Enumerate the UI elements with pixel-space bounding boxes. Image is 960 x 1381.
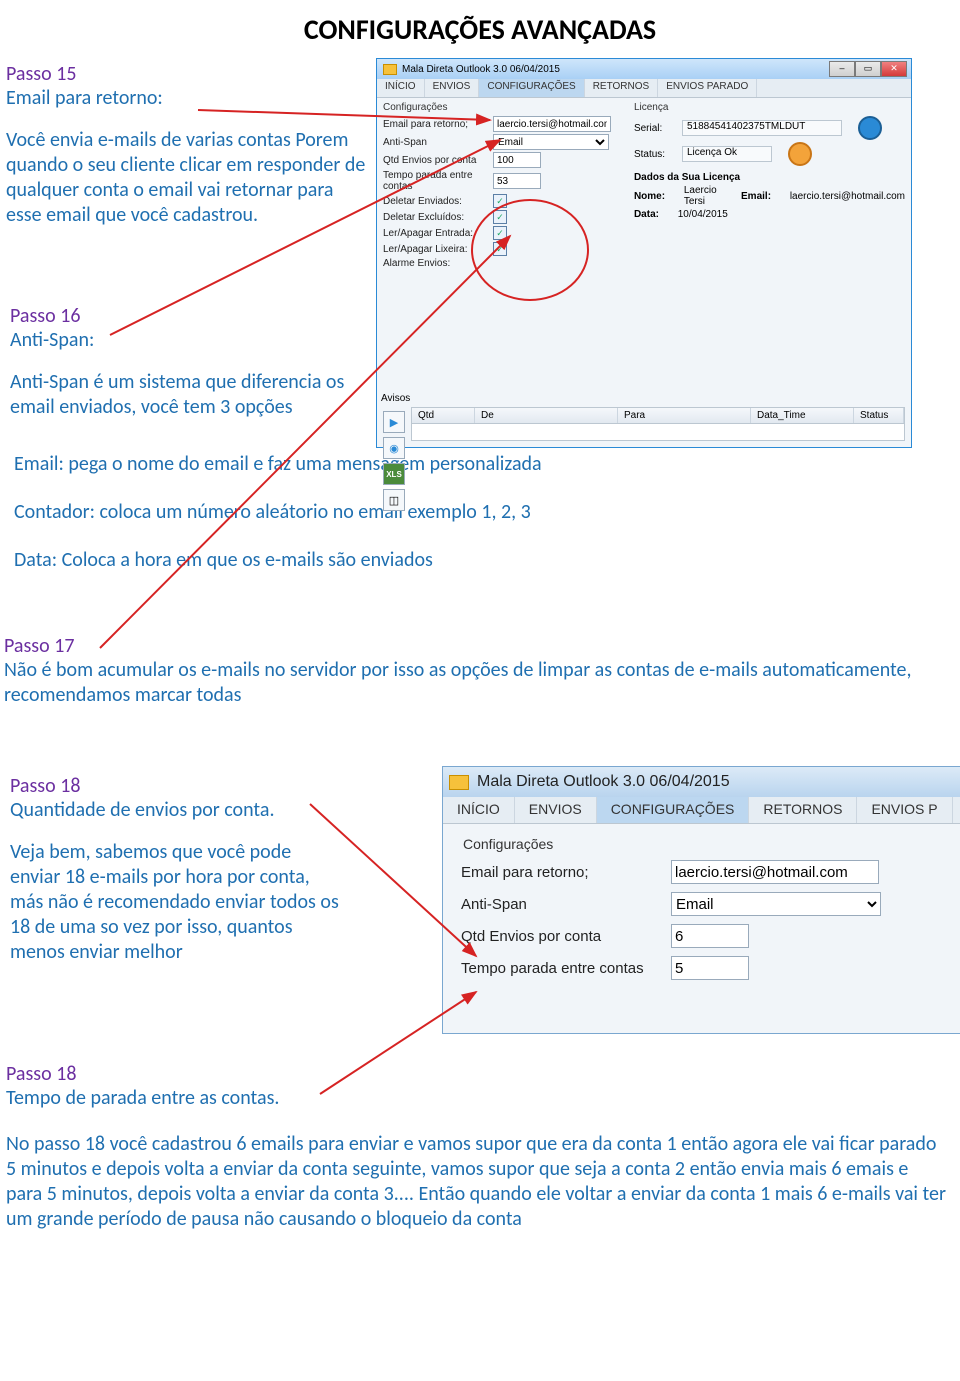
label-nome: Nome: (634, 191, 665, 202)
tab-envios-p[interactable]: ENVIOS P (857, 797, 952, 823)
input-tempo-parada[interactable] (493, 173, 541, 189)
label-antispan: Anti-Span (383, 137, 493, 148)
avisos-label: Avisos (381, 393, 410, 404)
step15-body: Você envia e-mails de varias contas Pore… (6, 128, 366, 228)
input-tempo-parada[interactable] (671, 956, 749, 980)
step18b-body: No passo 18 você cadastrou 6 emails para… (6, 1132, 946, 1232)
step18a-heading: Passo 18 (10, 774, 340, 798)
maximize-button[interactable]: ▭ (855, 61, 881, 77)
label-email-retorno: Email para retorno; (461, 864, 671, 881)
tab-envios[interactable]: ENVIOS (515, 797, 597, 823)
step18b-subheading: Tempo de parada entre as contas. (6, 1086, 946, 1110)
label-tempo-parada: Tempo parada entre contas (461, 960, 671, 977)
tab-envios-parado[interactable]: ENVIOS PARADO (658, 79, 757, 97)
step16-heading: Passo 16 (10, 304, 370, 328)
input-email-retorno[interactable] (493, 116, 611, 132)
input-email-retorno[interactable] (671, 860, 879, 884)
label-ler-lixeira: Ler/Apagar Lixeira: (383, 244, 493, 255)
value-status: Licença Ok (682, 146, 772, 162)
step15-heading: Passo 15 (6, 62, 366, 86)
tab-inicio[interactable]: INÍCIO (377, 79, 425, 97)
app2-title: Mala Direta Outlook 3.0 06/04/2015 (477, 773, 730, 791)
tab-configuracoes[interactable]: CONFIGURAÇÕES (597, 797, 750, 823)
refresh-icon[interactable] (858, 116, 882, 140)
app2-section-title: Configurações (463, 836, 943, 852)
tab-inicio[interactable]: INÍCIO (443, 797, 515, 823)
key-icon[interactable] (788, 142, 812, 166)
label-lic-email: Email: (741, 191, 771, 202)
label-antispan: Anti-Span (461, 896, 671, 913)
value-serial: 51884541402375TMLDUT (682, 120, 842, 136)
tab-configuracoes[interactable]: CONFIGURAÇÕES (479, 79, 584, 97)
checkbox-ler-lixeira[interactable]: ✓ (493, 242, 507, 256)
image-icon[interactable]: ◫ (383, 489, 405, 511)
app1-section-title: Configurações (383, 102, 622, 113)
label-del-enviados: Deletar Enviados: (383, 196, 493, 207)
value-data: 10/04/2015 (678, 209, 728, 220)
minimize-button[interactable]: – (829, 61, 855, 77)
col-para[interactable]: Para (618, 408, 751, 423)
export-xls-button[interactable]: XLS (383, 463, 405, 485)
step16-opt2: Contador: coloca um número aleátorio no … (14, 500, 914, 525)
step17-heading: Passo 17 (4, 634, 944, 658)
step16-body: Anti-Span é um sistema que diferencia os… (10, 370, 370, 420)
label-alarme: Alarme Envios: (383, 258, 493, 269)
checkbox-del-excluidos[interactable]: ✓ (493, 210, 507, 224)
label-qtd-envios: Qtd Envios por conta (461, 928, 671, 945)
select-antispan[interactable]: Email (493, 134, 609, 150)
app1-titlebar: Mala Direta Outlook 3.0 06/04/2015 – ▭ ✕ (377, 59, 911, 79)
value-nome: Laercio Tersi (684, 185, 717, 207)
label-qtd-envios: Qtd Envios por conta (383, 155, 493, 166)
input-qtd-envios[interactable] (671, 924, 749, 948)
app2-titlebar: Mala Direta Outlook 3.0 06/04/2015 (443, 767, 960, 797)
app1-tabbar: INÍCIO ENVIOS CONFIGURAÇÕES RETORNOS ENV… (377, 79, 911, 98)
app2-tabbar: INÍCIO ENVIOS CONFIGURAÇÕES RETORNOS ENV… (443, 797, 960, 824)
tab-retornos[interactable]: RETORNOS (585, 79, 659, 97)
step16-opt1: Email: pega o nome do email e faz uma me… (14, 452, 914, 477)
checkbox-del-enviados[interactable]: ✓ (493, 194, 507, 208)
dados-title: Dados da Sua Licença (634, 172, 740, 183)
step18a-subheading: Quantidade de envios por conta. (10, 798, 340, 822)
label-email-retorno: Email para retorno; (383, 119, 493, 130)
label-del-excluidos: Deletar Excluídos: (383, 212, 493, 223)
step15-subheading: Email para retorno: (6, 86, 366, 110)
step16-subheading: Anti-Span: (10, 328, 370, 352)
input-qtd-envios[interactable] (493, 152, 541, 168)
play-icon[interactable]: ▶ (383, 411, 405, 433)
record-icon[interactable]: ◉ (383, 437, 405, 459)
col-datatime[interactable]: Data_Time (751, 408, 854, 423)
app1-grid: Qtd De Para Data_Time Status (411, 407, 905, 441)
label-status: Status: (634, 149, 674, 160)
step18b-heading: Passo 18 (6, 1062, 946, 1086)
checkbox-ler-entrada[interactable]: ✓ (493, 226, 507, 240)
app1-title: Mala Direta Outlook 3.0 06/04/2015 (402, 64, 560, 75)
app1-window: Mala Direta Outlook 3.0 06/04/2015 – ▭ ✕… (376, 58, 912, 448)
step17-body: Não é bom acumular os e-mails no servido… (4, 658, 944, 708)
label-data: Data: (634, 209, 659, 220)
step16-opt3: Data: Coloca a hora em que os e-mails sã… (14, 548, 914, 573)
select-antispan[interactable]: Email (671, 892, 881, 916)
col-qtd[interactable]: Qtd (412, 408, 475, 423)
value-lic-email: laercio.tersi@hotmail.com (790, 191, 905, 202)
step18a-body: Veja bem, sabemos que você pode enviar 1… (10, 840, 340, 965)
licenca-title: Licença (634, 102, 905, 113)
app2-window: Mala Direta Outlook 3.0 06/04/2015 INÍCI… (442, 766, 960, 1034)
tab-retornos[interactable]: RETORNOS (749, 797, 857, 823)
page-title: CONFIGURAÇÕES AVANÇADAS (0, 0, 960, 47)
label-serial: Serial: (634, 123, 674, 134)
col-status[interactable]: Status (854, 408, 904, 423)
col-de[interactable]: De (475, 408, 618, 423)
tab-envios[interactable]: ENVIOS (425, 79, 480, 97)
envelope-icon (383, 64, 397, 75)
close-button[interactable]: ✕ (881, 61, 907, 77)
envelope-icon (449, 775, 469, 790)
label-tempo-parada: Tempo parada entre contas (383, 170, 493, 192)
label-ler-entrada: Ler/Apagar Entrada: (383, 228, 493, 239)
